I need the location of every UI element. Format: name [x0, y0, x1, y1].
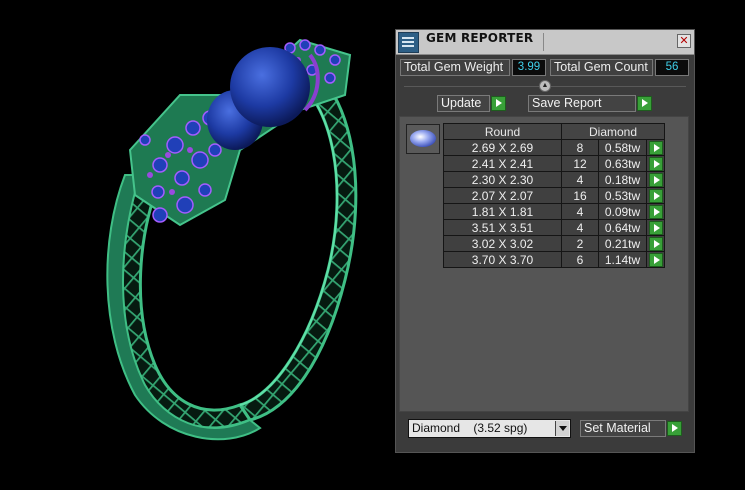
gem-size-cell: 3.02 X 3.02 [443, 235, 562, 252]
gem-count-cell: 4 [561, 171, 599, 188]
round-gem-icon [410, 130, 436, 147]
row-select-button[interactable] [648, 252, 663, 267]
row-select-button[interactable] [648, 188, 663, 203]
total-gem-weight-label: Total Gem Weight [400, 59, 510, 76]
material-column-header: Diamond [561, 123, 665, 140]
material-select-value: Diamond (3.52 spg) [412, 421, 528, 435]
gem-count-cell: 12 [561, 155, 599, 172]
gem-weight-cell: 0.21tw [598, 235, 647, 252]
table-row: 1.81 X 1.81 4 0.09tw [443, 203, 665, 220]
total-gem-count-label: Total Gem Count [550, 59, 653, 76]
3d-viewport[interactable] [0, 0, 395, 485]
gem-weight-cell: 0.18tw [598, 171, 647, 188]
gem-count-cell: 16 [561, 187, 599, 204]
gem-count-cell: 4 [561, 219, 599, 236]
row-action-cell [646, 155, 665, 172]
table-row: 2.30 X 2.30 4 0.18tw [443, 171, 665, 188]
update-button-label[interactable]: Update [437, 95, 490, 112]
table-row: 3.51 X 3.51 4 0.64tw [443, 219, 665, 236]
gem-size-cell: 3.70 X 3.70 [443, 251, 562, 268]
gem-thumbnail[interactable] [406, 124, 440, 154]
chevron-down-icon[interactable] [555, 421, 569, 436]
row-select-button[interactable] [648, 236, 663, 251]
gem-count-cell: 6 [561, 251, 599, 268]
row-select-button[interactable] [648, 172, 663, 187]
table-row: 3.70 X 3.70 6 1.14tw [443, 251, 665, 268]
table-row: 2.41 X 2.41 12 0.63tw [443, 155, 665, 172]
gem-weight-cell: 0.53tw [598, 187, 647, 204]
row-select-button[interactable] [648, 220, 663, 235]
gem-weight-cell: 0.09tw [598, 203, 647, 220]
row-action-cell [646, 171, 665, 188]
panel-titlebar[interactable]: GEM REPORTER ✕ [396, 30, 694, 55]
table-row: 2.07 X 2.07 16 0.53tw [443, 187, 665, 204]
gem-table-header: Round Diamond [443, 123, 665, 140]
row-action-cell [646, 187, 665, 204]
gem-weight-cell: 0.64tw [598, 219, 647, 236]
total-gem-count-value: 56 [655, 59, 689, 76]
panel-title: GEM REPORTER [426, 31, 534, 45]
row-action-cell [646, 203, 665, 220]
table-row: 3.02 X 3.02 2 0.21tw [443, 235, 665, 252]
total-gem-weight-value: 3.99 [512, 59, 546, 76]
row-select-button[interactable] [648, 156, 663, 171]
gem-count-cell: 4 [561, 203, 599, 220]
gem-count-cell: 8 [561, 139, 599, 156]
row-select-button[interactable] [648, 140, 663, 155]
save-report-button[interactable] [637, 96, 652, 111]
gem-size-cell: 3.51 X 3.51 [443, 219, 562, 236]
title-separator [543, 33, 544, 51]
shape-column-header: Round [443, 123, 562, 140]
material-select[interactable]: Diamond (3.52 spg) [408, 419, 571, 438]
gem-size-cell: 2.69 X 2.69 [443, 139, 562, 156]
gem-weight-cell: 0.63tw [598, 155, 647, 172]
gem-size-cell: 2.07 X 2.07 [443, 187, 562, 204]
gem-size-cell: 2.30 X 2.30 [443, 171, 562, 188]
row-action-cell [646, 219, 665, 236]
collapse-toggle-icon[interactable]: ▲ [539, 80, 551, 92]
set-material-button[interactable] [667, 421, 682, 436]
row-action-cell [646, 139, 665, 156]
gem-weight-cell: 1.14tw [598, 251, 647, 268]
gem-count-cell: 2 [561, 235, 599, 252]
gem-reporter-panel: GEM REPORTER ✕ Total Gem Weight 3.99 Tot… [395, 29, 695, 453]
set-material-button-label[interactable]: Set Material [580, 420, 666, 437]
row-action-cell [646, 251, 665, 268]
update-button[interactable] [491, 96, 506, 111]
gem-list-area: Round Diamond 2.69 X 2.69 8 0.58tw 2.41 … [399, 116, 689, 412]
close-icon[interactable]: ✕ [677, 34, 691, 48]
gem-table: Round Diamond 2.69 X 2.69 8 0.58tw 2.41 … [443, 123, 665, 268]
gem-size-cell: 1.81 X 1.81 [443, 203, 562, 220]
row-select-button[interactable] [648, 204, 663, 219]
table-row: 2.69 X 2.69 8 0.58tw [443, 139, 665, 156]
gem-reporter-app-icon [398, 32, 419, 53]
ring-model-render [106, 38, 358, 441]
gem-weight-cell: 0.58tw [598, 139, 647, 156]
row-action-cell [646, 235, 665, 252]
save-report-button-label[interactable]: Save Report [528, 95, 636, 112]
gem-size-cell: 2.41 X 2.41 [443, 155, 562, 172]
